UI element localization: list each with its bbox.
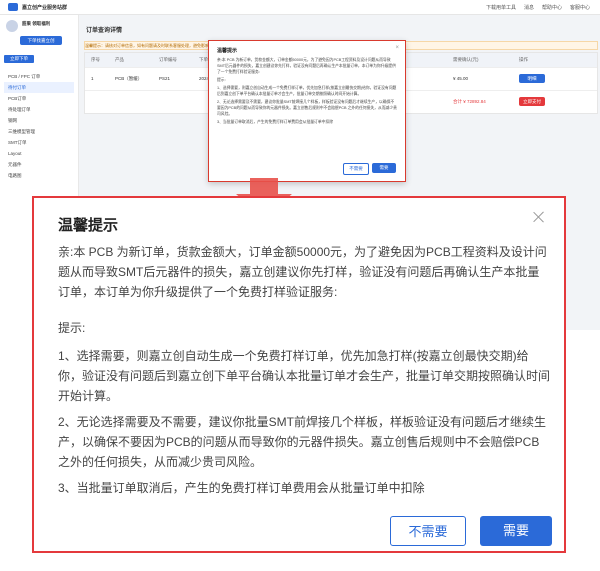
top-link[interactable]: 客服中心 (570, 4, 590, 11)
mini-dialog-text: 提示: (217, 78, 226, 82)
cell (85, 91, 109, 113)
top-link[interactable]: 帮助中心 (542, 4, 562, 11)
close-icon[interactable]: × (395, 45, 399, 51)
no-button[interactable]: 不需要 (390, 516, 466, 546)
dialog-tip-item: 1、选择需要，则嘉立创自动生成一个免费打样订单，优先加急打样(按嘉立创最快交期)… (58, 349, 551, 403)
dialog-body: 亲:本 PCB 为新订单，货款金额大，订单金额50000元，为了避免因为PCB工… (58, 242, 550, 504)
brand-name: 嘉立创产业服务站群 (22, 5, 68, 11)
cell: 明细 (513, 68, 559, 90)
yes-button[interactable]: 需要 (480, 516, 552, 546)
user-name: 甜果 领取福利 (22, 21, 51, 26)
mini-dialog-text: 1、选择需要，则嘉立创自动生成一个免费打样订单，优先加急打样(按嘉立创最快交期)… (217, 86, 397, 96)
page-title: 订单查询详情 (86, 28, 123, 34)
dialog-tip-item: 2、无论选择需要及不需要，建议你批量SMT前焊接几个样板，样板验证没有问题后才继… (58, 415, 547, 469)
sidebar-item[interactable]: Layout (4, 148, 74, 159)
sidebar-item[interactable]: SMT订单 (4, 137, 74, 148)
sidebar-tab[interactable]: 立即下单 (4, 55, 34, 63)
pay-now-button[interactable]: 立即支付 (519, 97, 545, 106)
sidebar-menu: PCB / FPC 订单 待付订单 PCB订单 待处理订单 钢网 三维模型管理 … (4, 71, 74, 181)
mini-dialog-text: 2、无论选择需要及不需要，建议你批量SMT前焊接几个样板，样板验证没有问题后才继… (217, 100, 397, 116)
mini-no-button[interactable]: 不需要 (343, 163, 369, 175)
dialog-tips-label: 提示: (58, 321, 86, 335)
column-header: 订单编号 (159, 57, 177, 62)
column-header: 产品 (115, 57, 124, 62)
top-link[interactable]: 消息 (524, 4, 534, 11)
cell: 1 (91, 76, 94, 81)
cell: ¥ 45.00 (453, 76, 469, 81)
detail-button[interactable]: 明细 (519, 74, 545, 83)
avatar[interactable] (6, 20, 18, 32)
mini-dialog-title: 温馨提示 (217, 48, 238, 54)
cell: 立即支付 (513, 91, 559, 113)
column-header: 操作 (519, 57, 528, 62)
cell[interactable]: PS21 (153, 68, 193, 90)
dialog-tip-item: 3、当批量订单取消后，产生的免费打样订单费用会从批量订单中扣除 (58, 481, 425, 495)
sidebar-item[interactable]: 待处理订单 (4, 104, 74, 115)
column-header: 需要确认(元) (453, 57, 479, 62)
sidebar-item[interactable]: 三维模型管理 (4, 126, 74, 137)
mini-yes-button[interactable]: 需要 (372, 163, 396, 173)
dialog-title: 温馨提示 (58, 217, 119, 234)
sidebar-item[interactable]: PCB订单 (4, 93, 74, 104)
close-icon[interactable] (530, 208, 548, 226)
top-link[interactable]: 下载用单工具 (486, 4, 516, 11)
mini-dialog-text: 3、当批量订单取消后，产生的免费打样订单费用会从批量订单中扣除 (217, 120, 334, 124)
mini-dialog-body: 亲:本 PCB 为新订单，货款金额大，订单金额50000元，为了避免因为PCB工… (217, 57, 397, 127)
sidebar-item[interactable]: 待付订单 (4, 82, 74, 93)
cell: PCB（暂缓） (115, 76, 143, 81)
brand-logo-icon (8, 3, 18, 11)
sidebar-item[interactable]: 元器件 (4, 159, 74, 170)
dialog-intro: 亲:本 PCB 为新订单，货款金额大，订单金额50000元，为了避免因为PCB工… (58, 245, 547, 299)
top-bar: 嘉立创产业服务站群 下载用单工具 消息 帮助中心 客服中心 (0, 0, 600, 15)
cell (153, 91, 193, 113)
sidebar-item[interactable]: 钢网 (4, 115, 74, 126)
sidebar-item[interactable]: 电路图 (4, 170, 74, 181)
mini-dialog-text: 亲:本 PCB 为新订单，货款金额大，订单金额50000元，为了避免因为PCB工… (217, 58, 396, 74)
mini-dialog: 温馨提示 × 亲:本 PCB 为新订单，货款金额大，订单金额50000元，为了避… (208, 40, 406, 182)
tip-dialog: 温馨提示 亲:本 PCB 为新订单，货款金额大，订单金额50000元，为了避免因… (32, 196, 566, 553)
top-links: 下载用单工具 消息 帮助中心 客服中心 (486, 4, 590, 11)
sidebar-item[interactable]: PCB / FPC 订单 (4, 71, 74, 82)
column-header: 序号 (91, 57, 100, 62)
cell (109, 91, 153, 113)
cell: 合计 ¥ 72892.84 (453, 99, 486, 104)
order-now-button[interactable]: 下单找嘉立创 (20, 36, 62, 45)
